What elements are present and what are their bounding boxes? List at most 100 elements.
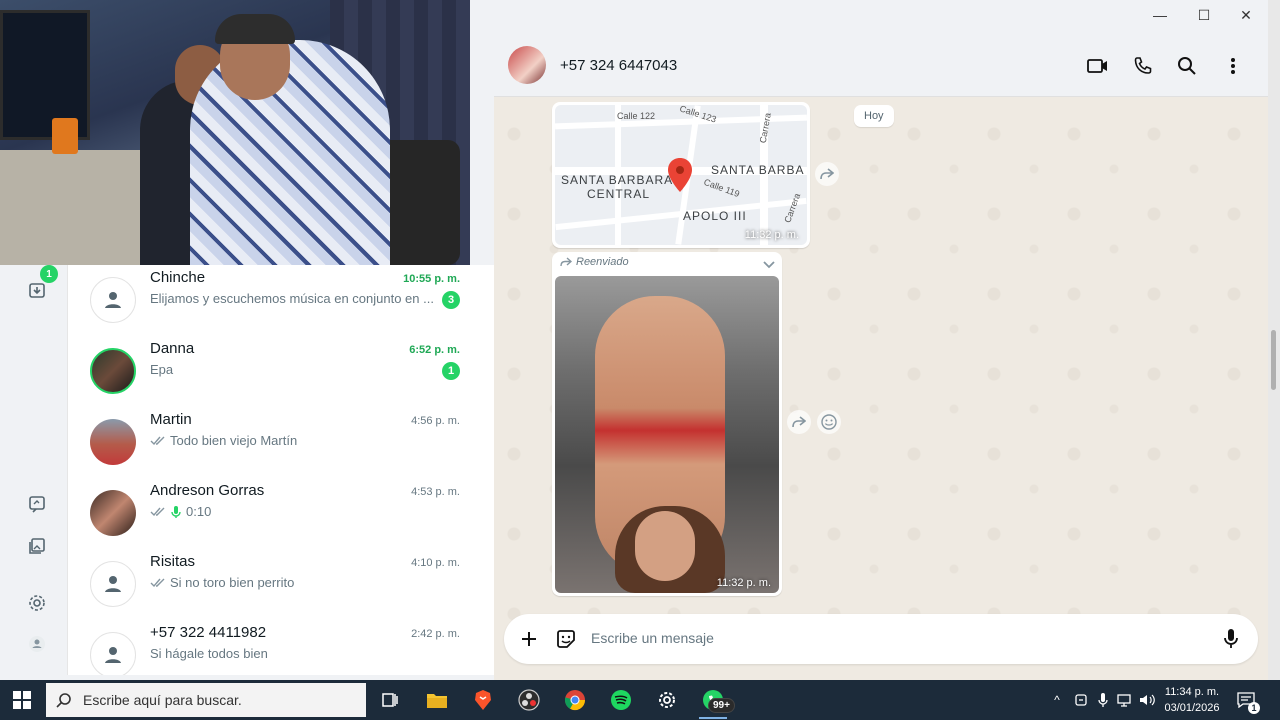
forwarded-icon xyxy=(560,257,572,267)
tray-overflow-button[interactable]: ^ xyxy=(1048,690,1066,710)
taskbar-chrome[interactable] xyxy=(555,684,595,716)
message-time: 11:32 p. m. xyxy=(716,577,771,589)
chat-name: Danna xyxy=(150,340,195,357)
maximize-button[interactable]: ☐ xyxy=(1182,0,1226,30)
network-icon xyxy=(1117,694,1131,707)
chat-time: 4:53 p. m. xyxy=(411,486,460,498)
chat-item-chinche[interactable]: Chinche 10:55 p. m. Elijamos y escuchemo… xyxy=(68,265,494,336)
gear-icon xyxy=(659,692,675,708)
double-check-icon xyxy=(150,578,165,587)
microphone-icon xyxy=(1098,693,1108,707)
forward-button[interactable] xyxy=(787,410,811,434)
forward-icon xyxy=(792,416,806,428)
search-button[interactable] xyxy=(1175,54,1199,78)
voice-call-button[interactable] xyxy=(1131,54,1155,78)
task-view-button[interactable] xyxy=(370,684,410,716)
media-button[interactable] xyxy=(26,535,48,557)
photo-thumbnail[interactable]: 11:32 p. m. xyxy=(555,276,779,593)
chat-item-martin[interactable]: Martin 4:56 p. m. Todo bien viejo Martín xyxy=(68,407,494,478)
taskbar-app[interactable] xyxy=(509,684,549,716)
close-button[interactable]: ✕ xyxy=(1224,0,1268,30)
chrome-icon xyxy=(564,690,586,711)
speaker-icon xyxy=(1140,694,1155,706)
scrollbar[interactable] xyxy=(1268,0,1280,680)
contact-name[interactable]: +57 324 6447043 xyxy=(560,57,677,74)
archive-icon xyxy=(29,283,45,298)
location-map[interactable]: Calle 122 Calle 123 Carrera Calle 119 Ca… xyxy=(555,105,807,245)
chat-name: Risitas xyxy=(150,553,196,570)
attach-button[interactable] xyxy=(517,627,541,651)
minimize-button[interactable]: — xyxy=(1138,0,1182,30)
avatar xyxy=(90,348,136,394)
taskbar-settings[interactable] xyxy=(647,684,687,716)
message-composer: Escribe un mensaje xyxy=(504,614,1258,664)
avatar xyxy=(90,419,136,465)
image-message[interactable]: Reenviado 11:32 p. m. xyxy=(552,252,782,596)
forward-button[interactable] xyxy=(815,162,839,186)
tray-network[interactable] xyxy=(1116,690,1134,710)
tray-icon[interactable] xyxy=(1072,690,1090,710)
menu-button[interactable] xyxy=(1221,54,1245,78)
chat-item-danna[interactable]: Danna 6:52 p. m. Epa 1 xyxy=(68,336,494,407)
chat-item-andreson-gorras[interactable]: Andreson Gorras 4:53 p. m. 0:10 xyxy=(68,478,494,549)
chat-preview-text: Epa xyxy=(150,362,174,377)
phone-icon xyxy=(1134,57,1152,74)
scroll-thumb[interactable] xyxy=(1271,330,1276,390)
profile-button[interactable] xyxy=(26,633,48,655)
chat-time: 10:55 p. m. xyxy=(403,273,460,285)
whatsapp-unread-badge: 99+ xyxy=(708,698,735,713)
brave-icon xyxy=(475,690,491,710)
location-message[interactable]: Calle 122 Calle 123 Carrera Calle 119 Ca… xyxy=(552,102,810,248)
taskbar: Escribe aquí para buscar. 99+ ^ 11:34 p.… xyxy=(0,680,1280,720)
chat-item-57-322-4411982[interactable]: +57 322 4411982 2:42 p. m. Si hágale tod… xyxy=(68,620,494,675)
avatar xyxy=(90,277,136,323)
settings-button[interactable] xyxy=(26,592,48,614)
plus-icon xyxy=(522,632,536,646)
chat-name: Andreson Gorras xyxy=(150,482,265,499)
taskbar-brave[interactable] xyxy=(463,684,503,716)
map-area-label: CENTRAL xyxy=(587,187,651,201)
react-button[interactable] xyxy=(817,410,841,434)
taskbar-file-explorer[interactable] xyxy=(417,684,457,716)
chat-preview-text: Todo bien viejo Martín xyxy=(170,433,298,448)
nav-rail: 1 xyxy=(6,265,68,675)
conversation-header[interactable]: +57 324 6447043 xyxy=(494,34,1268,97)
forwarded-text: Reenviado xyxy=(576,256,629,268)
tray-microphone[interactable] xyxy=(1094,690,1112,710)
status-button[interactable] xyxy=(26,493,48,515)
video-call-button[interactable] xyxy=(1086,54,1110,78)
chat-preview: 0:10 xyxy=(150,504,211,519)
spotify-icon xyxy=(611,690,631,710)
archived-button[interactable]: 1 xyxy=(26,265,58,301)
taskbar-spotify[interactable] xyxy=(601,684,641,716)
sticker-icon xyxy=(557,630,575,648)
folder-icon xyxy=(427,694,447,708)
map-area-label: APOLO III xyxy=(683,209,747,223)
photo-face xyxy=(635,511,695,581)
chat-preview: Epa xyxy=(150,362,173,377)
map-area-label: SANTA BARBA xyxy=(711,163,805,177)
default-avatar-icon xyxy=(105,647,121,663)
microphone-icon xyxy=(1224,629,1238,648)
forward-icon xyxy=(820,168,834,180)
voice-record-button[interactable] xyxy=(1219,627,1243,651)
close-icon: ✕ xyxy=(1240,6,1252,23)
chevron-down-icon[interactable] xyxy=(762,260,776,270)
taskbar-search[interactable]: Escribe aquí para buscar. xyxy=(46,683,366,717)
chat-list: Chinche 10:55 p. m. Elijamos y escuchemo… xyxy=(68,265,494,675)
chat-item-risitas[interactable]: Risitas 4:10 p. m. Si no toro bien perri… xyxy=(68,549,494,620)
sticker-button[interactable] xyxy=(554,627,578,651)
tray-volume[interactable] xyxy=(1138,690,1156,710)
map-street-label: Calle 122 xyxy=(617,111,656,121)
message-input[interactable]: Escribe un mensaje xyxy=(591,630,714,646)
taskbar-clock[interactable]: 11:34 p. m. 03/01/2026 xyxy=(1160,684,1224,716)
contact-avatar[interactable] xyxy=(508,46,546,84)
forwarded-label: Reenviado xyxy=(560,256,629,268)
screen: — ☐ ✕ 1 Chinche 10:55 p. m. Elijamos y e… xyxy=(0,0,1280,720)
microphone-icon xyxy=(171,505,181,518)
start-button[interactable] xyxy=(0,680,44,720)
device-icon xyxy=(1075,694,1087,706)
default-avatar-icon xyxy=(105,576,121,592)
webcam-cap xyxy=(215,14,295,44)
chat-time: 2:42 p. m. xyxy=(411,628,460,640)
